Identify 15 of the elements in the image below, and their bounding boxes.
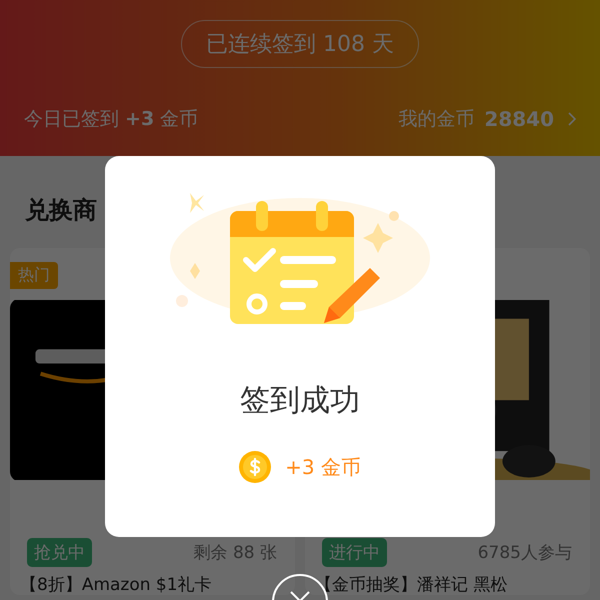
status-badge: 抢兑中 xyxy=(27,538,92,567)
my-coins-link[interactable]: 我的金币 28840 xyxy=(398,106,576,132)
dollar-coin-icon xyxy=(239,451,272,483)
product-title: 【金币抽奖】潘祥记 黑松 xyxy=(314,574,508,595)
hot-tag: 热门 xyxy=(10,262,58,289)
streak-pill: 已连续签到 108 天 xyxy=(181,20,419,68)
status-badge: 进行中 xyxy=(322,538,387,567)
product-title: 【8折】Amazon $1礼卡 xyxy=(19,574,213,595)
chevron-right-icon xyxy=(568,112,576,126)
today-reward: 今日已签到 +3 金币 xyxy=(24,107,198,132)
section-title: 兑换商 xyxy=(25,195,98,226)
product-meta: 剩余 88 张 xyxy=(194,542,277,564)
dialog-title: 签到成功 xyxy=(240,382,360,420)
product-meta: 6785人参与 xyxy=(478,542,572,564)
reward-text: +3 金币 xyxy=(285,454,361,480)
